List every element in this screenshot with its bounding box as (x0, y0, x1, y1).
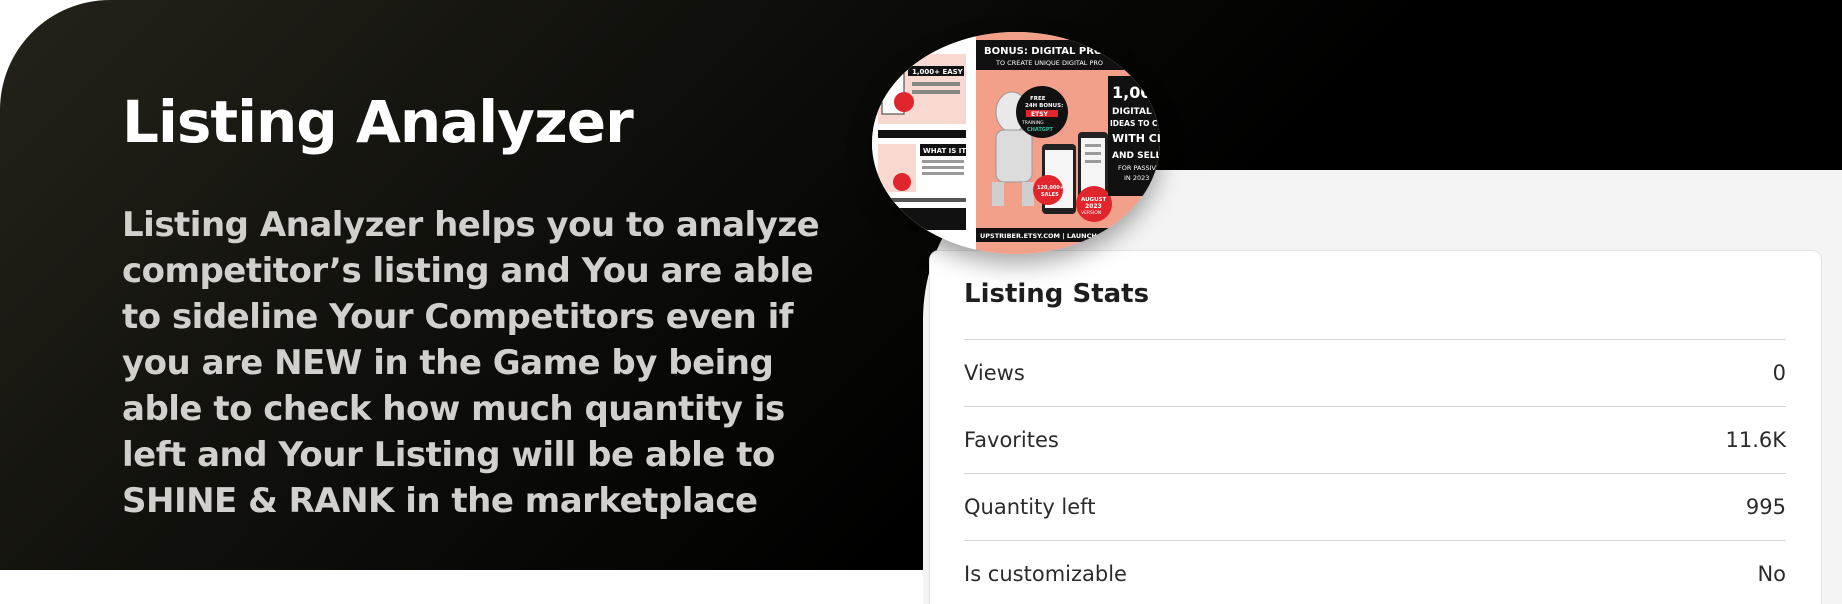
listing-stats-title: Listing Stats (964, 279, 1150, 309)
stats-row-views: Views 0 (964, 339, 1786, 406)
stats-value: 11.6K (1725, 428, 1786, 452)
svg-text:ETSY: ETSY (1031, 111, 1049, 118)
page-title: Listing Analyzer (122, 88, 634, 156)
stats-value: 995 (1745, 495, 1786, 519)
stats-label: Views (964, 361, 1025, 385)
stats-label: Is customizable (964, 562, 1127, 586)
svg-text:DIGITAL PRO: DIGITAL PRO (1112, 107, 1160, 117)
product-thumbnail: 1,000+ EASY WHAT IS IT BONUS: DIGITAL PR… (872, 32, 1160, 254)
cover-banner-sub: TO CREATE UNIQUE DIGITAL PRO (995, 59, 1103, 67)
listing-stats-card: Listing Stats Views 0 Favorites 11.6K Qu… (929, 250, 1822, 604)
svg-text:VERSION: VERSION (1081, 210, 1101, 216)
svg-text:SALES: SALES (1041, 192, 1059, 198)
svg-text:AND SELL T: AND SELL T (1112, 151, 1160, 161)
stats-label: Quantity left (964, 495, 1096, 519)
svg-text:WITH CHAT: WITH CHAT (1112, 132, 1160, 145)
svg-text:IDEAS TO CREATE F: IDEAS TO CREATE F (1110, 119, 1160, 128)
svg-text:IN 2023: IN 2023 (1124, 174, 1149, 182)
stats-value: No (1757, 562, 1786, 586)
svg-text:FOR PASSIVE: FOR PASSIVE (1118, 164, 1160, 172)
stats-row-quantity-left: Quantity left 995 (964, 473, 1786, 540)
left-snippet-1: 1,000+ EASY (912, 68, 964, 76)
svg-text:FREE: FREE (1030, 96, 1046, 102)
svg-text:CHATGPT: CHATGPT (1027, 127, 1054, 133)
stats-row-is-customizable: Is customizable No (964, 540, 1786, 604)
stats-row-favorites: Favorites 11.6K (964, 406, 1786, 473)
svg-text:24H BONUS:: 24H BONUS: (1025, 103, 1063, 109)
hero-description: Listing Analyzer helps you to analyze co… (122, 205, 820, 521)
stats-list: Views 0 Favorites 11.6K Quantity left 99… (964, 339, 1786, 604)
stats-value: 0 (1772, 361, 1786, 385)
svg-text:2023: 2023 (1085, 203, 1102, 210)
svg-text:120,000+: 120,000+ (1037, 185, 1064, 191)
stats-label: Favorites (964, 428, 1059, 452)
svg-text:TRAINING: TRAINING (1021, 120, 1044, 126)
left-snippet-2: WHAT IS IT (923, 147, 966, 155)
